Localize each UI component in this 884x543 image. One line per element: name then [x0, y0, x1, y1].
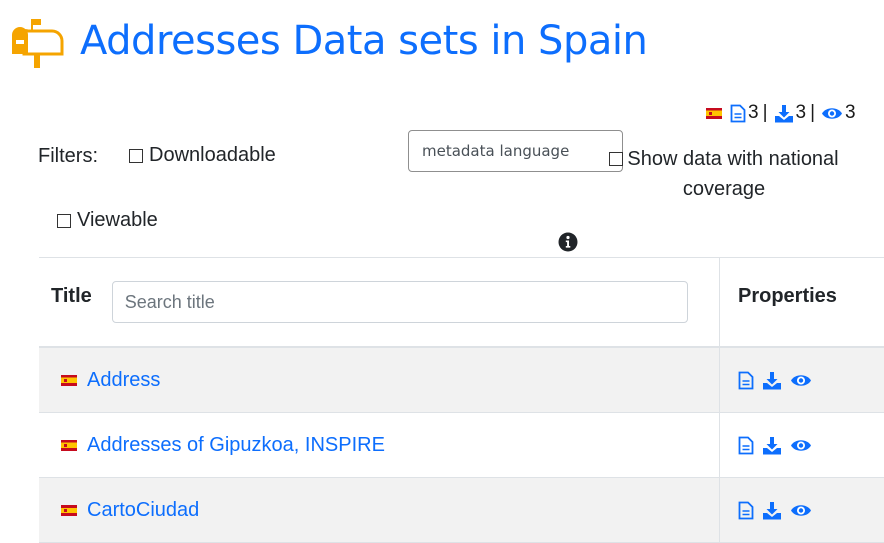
eye-icon[interactable] — [790, 371, 812, 390]
metadata-icon[interactable] — [738, 371, 754, 390]
title-cell: Address — [39, 347, 720, 413]
datasets-table: Title Properties Address — [39, 257, 884, 543]
national-coverage-checkbox[interactable] — [609, 152, 623, 166]
spain-flag-icon — [61, 440, 77, 451]
dataset-link[interactable]: Addresses of Gipuzkoa, INSPIRE — [87, 434, 385, 457]
dataset-link[interactable]: CartoCiudad — [87, 499, 199, 522]
viewable-filter[interactable]: Viewable — [57, 209, 158, 232]
search-title-input[interactable] — [112, 281, 688, 323]
spain-flag-icon — [61, 375, 77, 386]
stats-separator: | — [810, 102, 815, 124]
national-coverage-label: Show data with national coverage — [627, 148, 838, 200]
dataset-stats: 3 | 3 | 3 — [706, 100, 856, 126]
download-icon[interactable] — [762, 501, 782, 520]
spain-flag-icon — [706, 108, 722, 119]
eye-icon[interactable] — [790, 501, 812, 520]
national-coverage-filter[interactable]: Show data with national coverage — [592, 144, 856, 204]
title-cell: Addresses of Gipuzkoa, INSPIRE — [39, 413, 720, 478]
title-column-header: Title — [39, 258, 720, 348]
downloadable-label: Downloadable — [149, 144, 276, 167]
download-count: 3 — [796, 102, 807, 124]
mailbox-icon — [10, 12, 68, 70]
properties-column-header: Properties — [720, 258, 884, 348]
table-header-row: Title Properties — [39, 258, 884, 348]
eye-icon — [821, 104, 843, 123]
metadata-language-select[interactable]: metadata language — [408, 130, 623, 172]
download-icon[interactable] — [762, 436, 782, 455]
dataset-link[interactable]: Address — [87, 369, 160, 392]
table-row: Addresses of Gipuzkoa, INSPIRE — [39, 413, 884, 478]
metadata-icon[interactable] — [738, 501, 754, 520]
viewable-label: Viewable — [77, 209, 158, 232]
viewable-checkbox[interactable] — [57, 214, 71, 228]
title-column-label: Title — [51, 285, 92, 308]
stats-separator: | — [763, 102, 768, 124]
download-icon[interactable] — [762, 371, 782, 390]
downloadable-filter[interactable]: Downloadable — [129, 144, 276, 167]
info-icon[interactable] — [558, 232, 578, 252]
download-icon — [774, 104, 794, 123]
metadata-icon — [730, 104, 746, 123]
properties-cell — [720, 347, 884, 413]
table-row: Address — [39, 347, 884, 413]
page-header: Addresses Data sets in Spain — [10, 12, 647, 70]
page-title: Addresses Data sets in Spain — [80, 17, 647, 65]
properties-column-label: Properties — [738, 285, 837, 307]
metadata-count: 3 — [748, 102, 759, 124]
spain-flag-icon — [61, 505, 77, 516]
filters-label: Filters: — [38, 145, 98, 168]
view-count: 3 — [845, 102, 856, 124]
downloadable-checkbox[interactable] — [129, 149, 143, 163]
eye-icon[interactable] — [790, 436, 812, 455]
properties-cell — [720, 413, 884, 478]
metadata-icon[interactable] — [738, 436, 754, 455]
